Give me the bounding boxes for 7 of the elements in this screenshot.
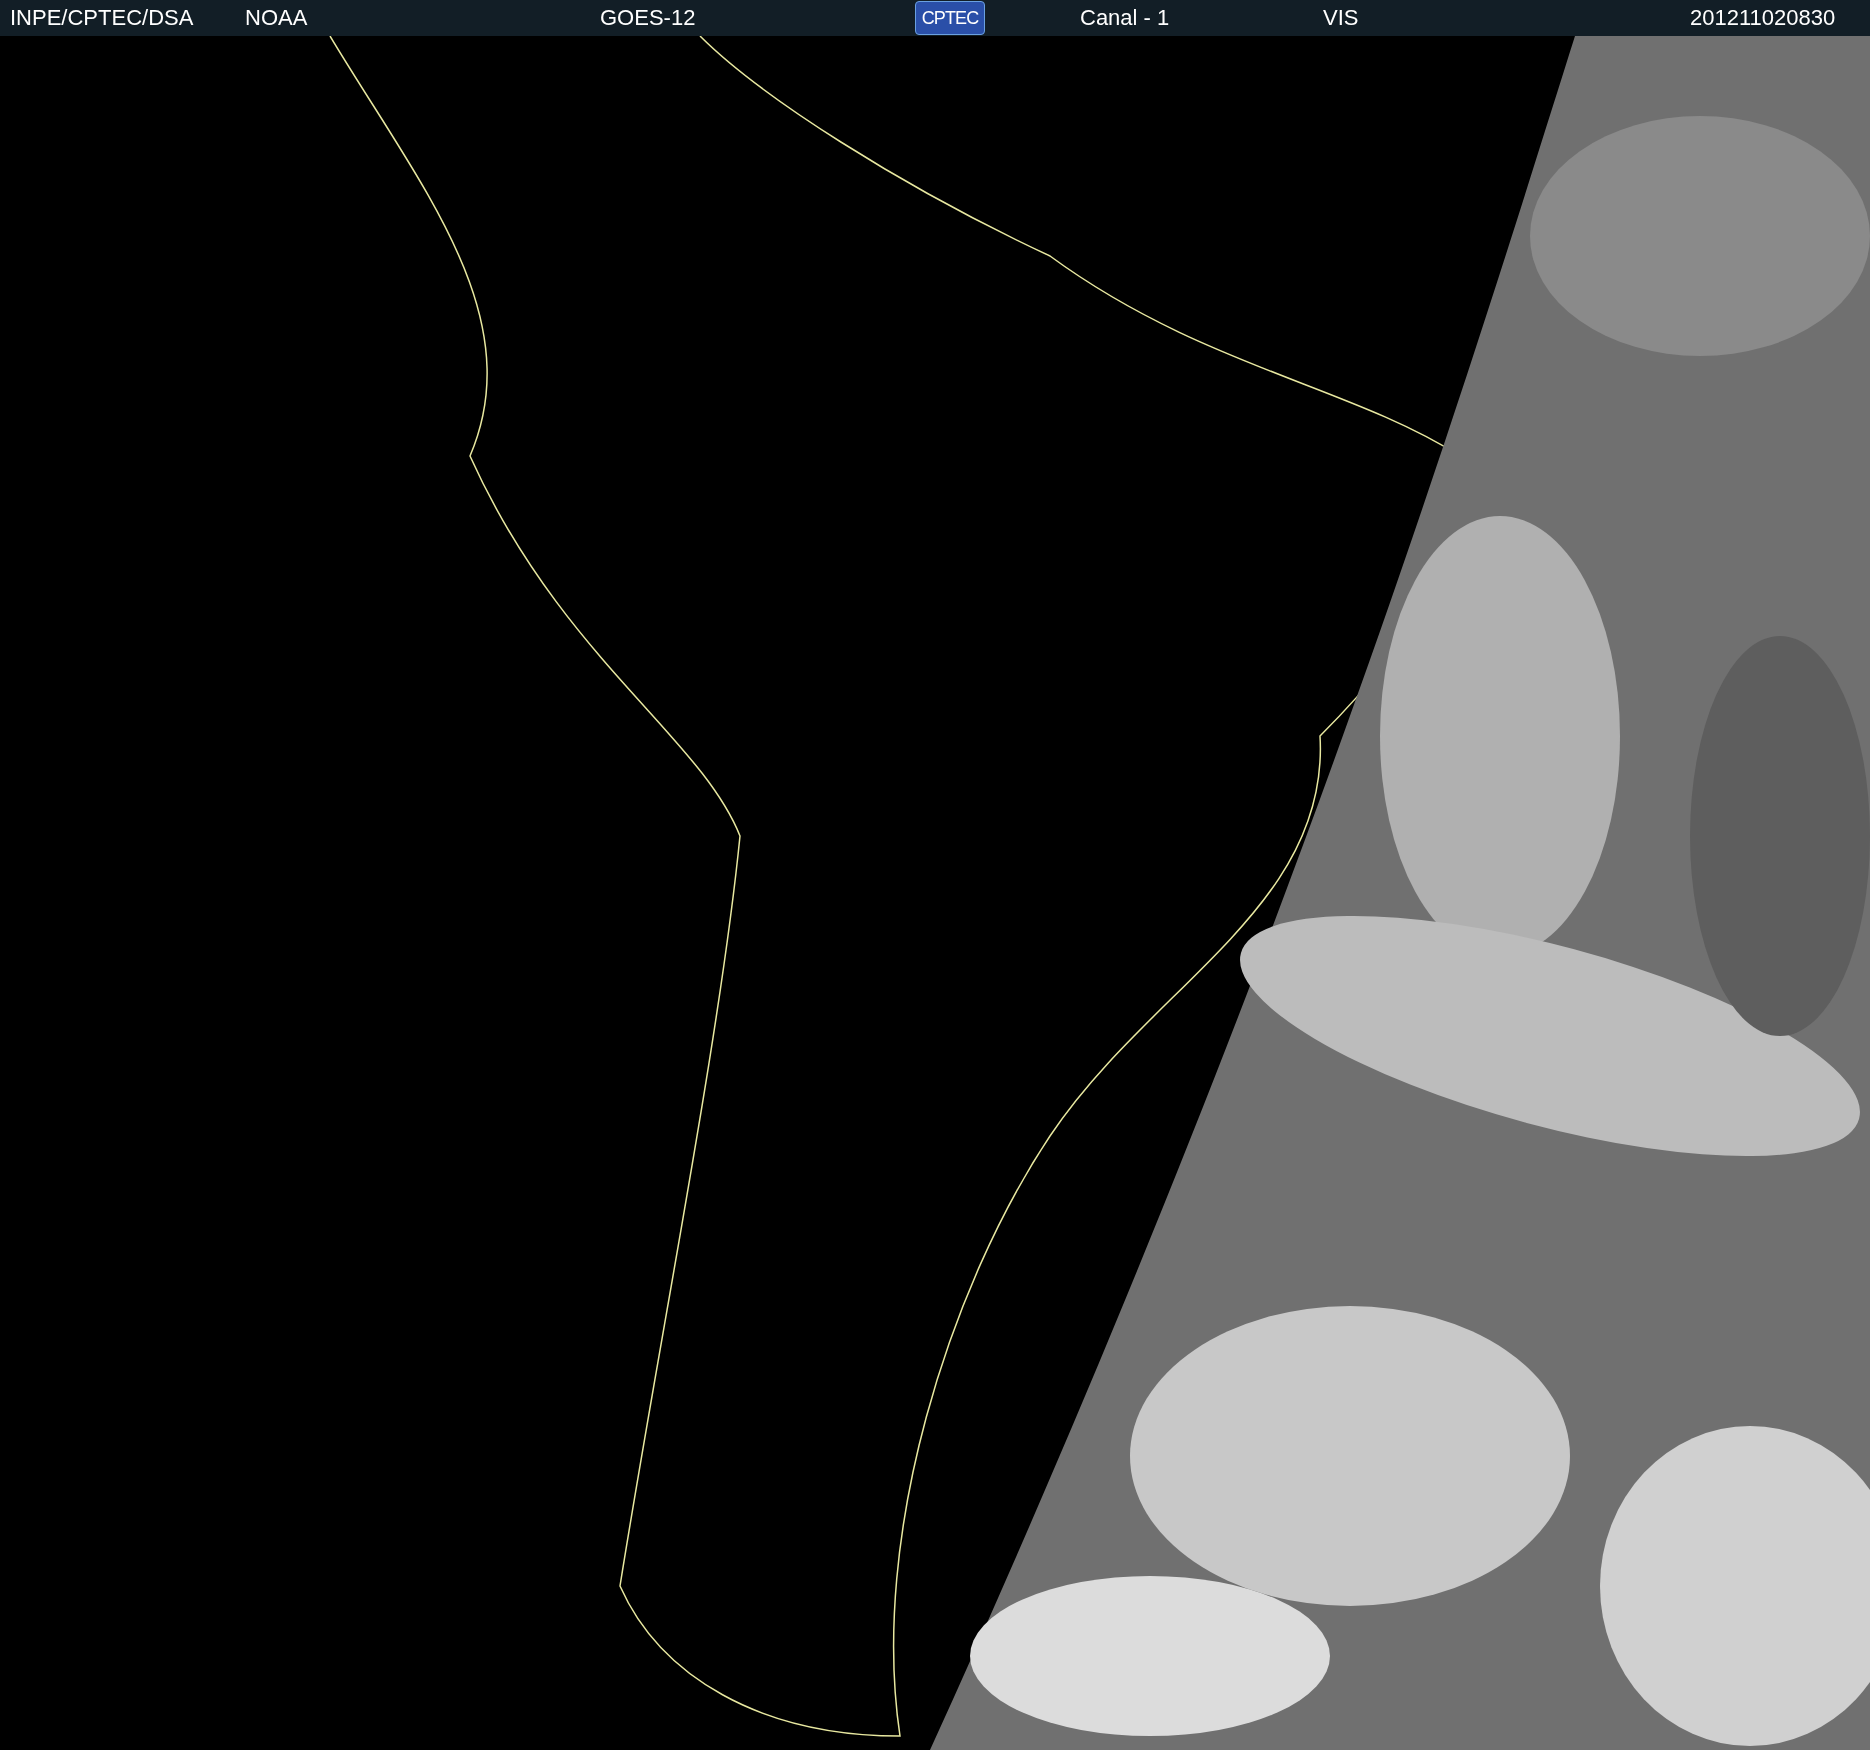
timestamp-label: 201211020830 [1690,7,1836,29]
cptec-logo: CPTEC [915,1,985,35]
channel-label: Canal - 1 [1080,7,1171,29]
source-label: INPE/CPTEC/DSA [10,7,195,29]
agency-label: NOAA [245,7,309,29]
band-label: VIS [1323,7,1360,29]
satellite-label: GOES-12 [600,7,697,29]
